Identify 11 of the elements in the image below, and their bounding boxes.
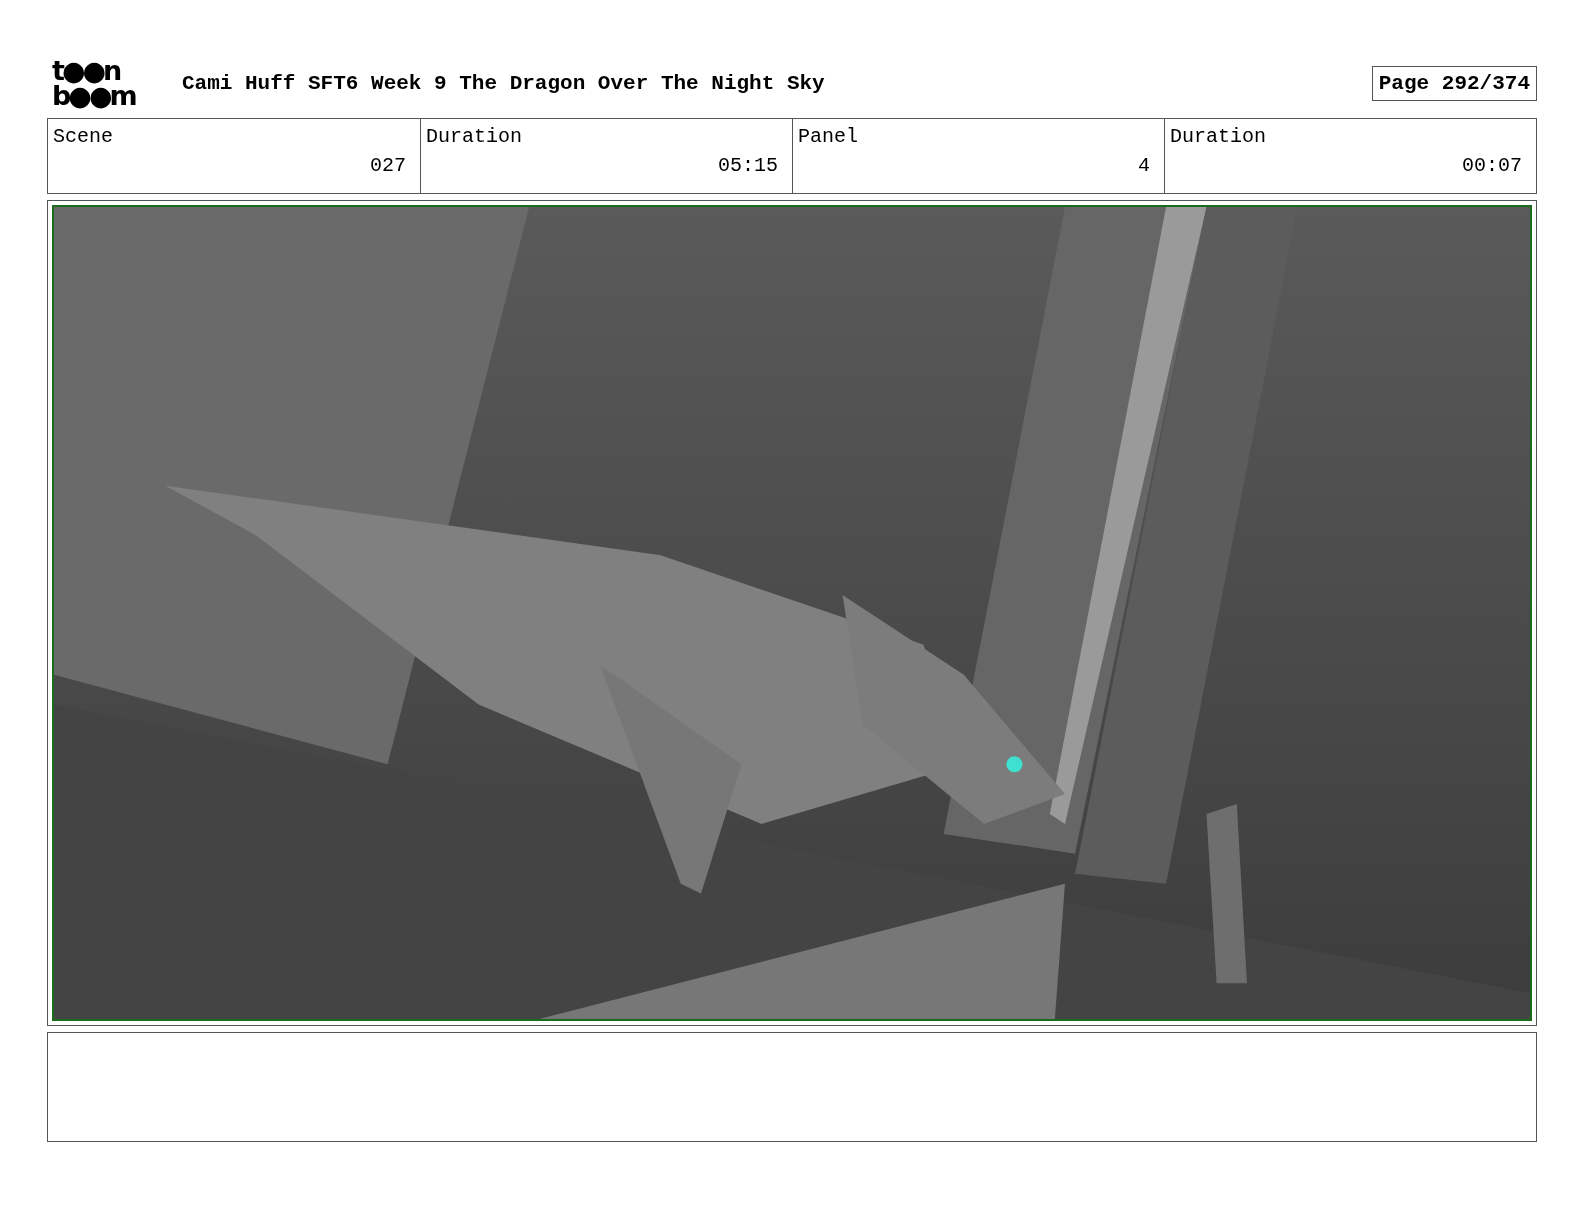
field-label: Panel — [798, 125, 859, 148]
field-value: 027 — [369, 154, 406, 177]
field-value: 4 — [1137, 154, 1150, 177]
field-value: 05:15 — [717, 154, 778, 177]
page-number: Page 292/374 — [1371, 65, 1537, 101]
field-value: 00:07 — [1461, 154, 1522, 177]
field-label: Duration — [426, 125, 523, 148]
storyboard-title: Cami Huff SFT6 Week 9 The Dragon Over The Night Sky — [182, 71, 825, 95]
field-label: Duration — [1170, 125, 1267, 148]
logo: t●●n b●●m — [52, 58, 137, 108]
field-label: Scene — [53, 125, 114, 148]
